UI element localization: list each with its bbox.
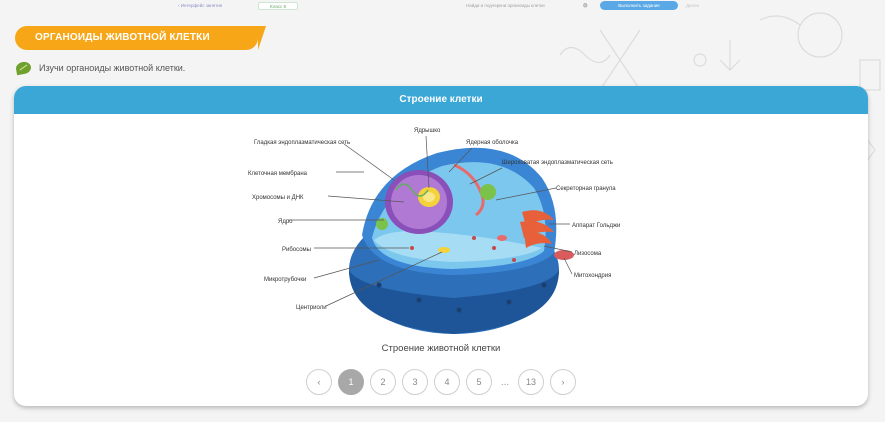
- instruction-text: Изучи органоиды животной клетки.: [39, 63, 186, 73]
- prev-page-button[interactable]: ‹: [306, 369, 332, 395]
- level-badge[interactable]: Класс 8: [258, 2, 298, 10]
- label-rough-er: Шероховатая эндоплазматическая сеть: [502, 160, 613, 166]
- instruction-row: Изучи органоиды животной клетки.: [15, 60, 186, 76]
- section-title: ОРГАНОИДЫ ЖИВОТНОЙ КЛЕТКИ: [15, 26, 266, 50]
- label-smooth-er: Гладкая эндоплазматическая сеть: [254, 140, 350, 146]
- page-button-5[interactable]: 5: [466, 369, 492, 395]
- label-centrioles: Центриоли: [296, 305, 327, 311]
- label-cell-membrane: Клеточная мембрана: [248, 171, 308, 177]
- page-button-4[interactable]: 4: [434, 369, 460, 395]
- next-page-button[interactable]: ›: [550, 369, 576, 395]
- label-nucleolus: Ядрышко: [414, 128, 441, 134]
- back-link[interactable]: ‹ Интерфейс занятия: [178, 2, 222, 10]
- next-link[interactable]: Далее: [686, 2, 699, 10]
- label-ribosomes: Рибосомы: [282, 247, 311, 253]
- cell-illustration: [349, 147, 574, 334]
- label-lysosome: Лизосома: [574, 251, 602, 257]
- diagram-caption: Строение животной клетки: [381, 343, 501, 354]
- label-secretory-granule: Секреторная гранула: [556, 186, 616, 192]
- page-button-3[interactable]: 3: [402, 369, 428, 395]
- leaf-icon: [15, 60, 32, 76]
- info-icon[interactable]: ⓿: [583, 2, 588, 10]
- card-header: Строение клетки: [14, 86, 868, 114]
- do-task-button[interactable]: Выполнить задание: [600, 1, 678, 10]
- page-button-13[interactable]: 13: [518, 369, 544, 395]
- animal-cell-diagram: Гладкая эндоплазматическая сеть Клеточна…: [248, 128, 620, 334]
- pagination-ellipsis: ...: [500, 376, 510, 388]
- label-chromosomes: Хромосомы и ДНК: [252, 195, 304, 201]
- label-nuclear-envelope: Ядерная оболочка: [466, 140, 519, 146]
- page-button-2[interactable]: 2: [370, 369, 396, 395]
- pagination: ‹ 1 2 3 4 5 ... 13 ›: [14, 369, 868, 395]
- content-card: Строение клетки Гладкая эндоплазматическ…: [14, 86, 868, 406]
- top-bar: ‹ Интерфейс занятия Класс 8 Найди и подч…: [0, 0, 885, 12]
- label-golgi: Аппарат Гольджи: [572, 223, 620, 229]
- task-hint: Найди и подчеркни органоиды клетки: [466, 3, 545, 8]
- label-mitochondria: Митохондрия: [574, 273, 611, 279]
- page-button-1[interactable]: 1: [338, 369, 364, 395]
- label-microtubules: Микротрубочки: [264, 277, 306, 283]
